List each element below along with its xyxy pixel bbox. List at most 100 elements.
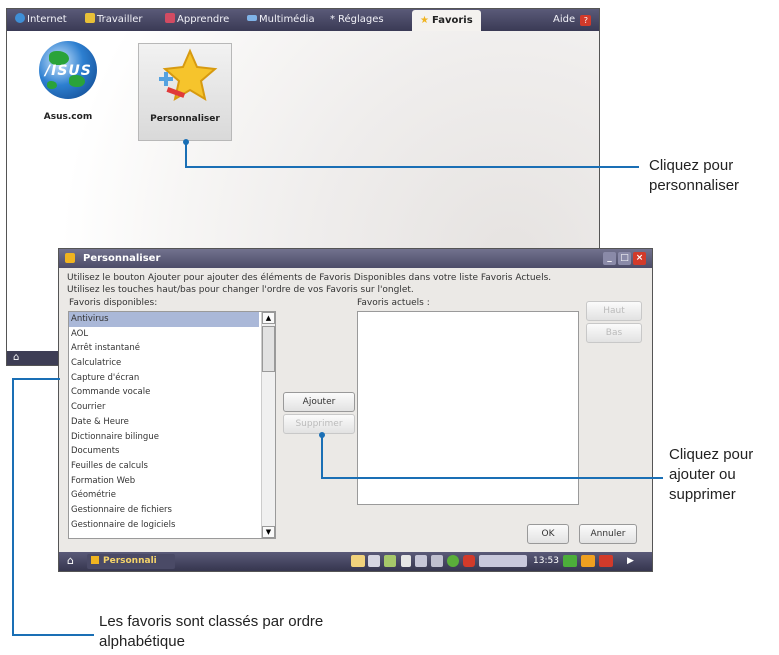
list-item[interactable]: Dictionnaire bilingue xyxy=(69,430,259,445)
dialog-title: Personnaliser xyxy=(83,253,161,264)
system-tray: 13:53 ▶ xyxy=(351,555,651,568)
available-favorites-list[interactable]: Antivirus AOL Arrêt instantané Calculatrice… xyxy=(68,311,276,539)
callout-line-sorted xyxy=(12,378,60,380)
orange-button-icon[interactable] xyxy=(581,555,595,567)
power-icon[interactable] xyxy=(599,555,613,567)
list-item[interactable]: Gestionnaire de logiciels xyxy=(69,518,259,533)
app-icon xyxy=(91,556,99,564)
remove-button[interactable]: Supprimer xyxy=(283,414,355,434)
app-asus-com[interactable]: /ISUS Asus.com xyxy=(27,41,109,122)
list-item[interactable]: Capture d'écran xyxy=(69,371,259,386)
green-status-icon[interactable] xyxy=(447,555,459,567)
work-icon xyxy=(85,13,95,23)
star-icon: ★ xyxy=(420,15,429,26)
cancel-button-label: Annuler xyxy=(590,529,626,539)
list-item[interactable]: Géométrie xyxy=(69,488,259,503)
app-label: Personnaliser xyxy=(150,114,220,124)
list-item[interactable]: Documents xyxy=(69,444,259,459)
arrow-right-icon[interactable]: ▶ xyxy=(627,555,634,567)
info-text-line2: Utilisez les touches haut/bas pour chang… xyxy=(67,285,414,295)
up-button[interactable]: Haut xyxy=(586,301,642,321)
list-item[interactable]: AOL xyxy=(69,327,259,342)
tab-travailler[interactable]: Travailler xyxy=(85,12,143,28)
dialog-icon xyxy=(65,253,75,263)
tab-label: Internet xyxy=(27,14,67,25)
asus-logo: /ISUS xyxy=(45,63,92,79)
callout-line: Cliquez pour xyxy=(669,446,754,463)
list-item[interactable]: Feuilles de calculs xyxy=(69,459,259,474)
callout-line-add xyxy=(651,477,663,479)
clock: 13:53 xyxy=(533,556,559,566)
remove-button-label: Supprimer xyxy=(295,419,343,429)
app-personnaliser[interactable]: Personnaliser xyxy=(138,43,232,141)
settings-icon: * xyxy=(330,14,335,25)
dialog-titlebar: Personnaliser _ □ × xyxy=(59,249,652,268)
customize-screen: Personnaliser _ □ × Utilisez le bouton A… xyxy=(58,248,653,572)
ok-button[interactable]: OK xyxy=(527,524,569,544)
taskbar-app-button[interactable]: Personnali xyxy=(87,554,175,569)
down-button-label: Bas xyxy=(605,328,623,338)
maximize-button[interactable]: □ xyxy=(618,252,631,265)
app-label: Asus.com xyxy=(43,112,93,122)
globe-icon xyxy=(15,13,25,23)
close-button[interactable]: × xyxy=(633,252,646,265)
tab-favoris[interactable]: ★ Favoris xyxy=(412,10,481,31)
home-icon[interactable]: ⌂ xyxy=(13,352,19,363)
asus-globe-icon: /ISUS xyxy=(39,41,97,99)
home-icon[interactable]: ⌂ xyxy=(67,554,74,567)
keyboard-indicators-icon xyxy=(479,555,527,567)
tab-reglages[interactable]: * Réglages xyxy=(330,12,384,28)
sound-icon[interactable] xyxy=(431,555,443,567)
tab-label: Multimédia xyxy=(259,14,315,25)
customize-star-icon xyxy=(159,48,218,102)
up-button-label: Haut xyxy=(603,306,625,316)
network-icon[interactable] xyxy=(351,555,365,567)
available-label: Favoris disponibles: xyxy=(69,298,158,308)
tab-label: Réglages xyxy=(338,14,384,25)
scrollbar[interactable]: ▲ ▼ xyxy=(261,312,275,538)
callout-line-add xyxy=(321,434,323,479)
callout-add-remove: Cliquez pour ajouter ou supprimer xyxy=(669,445,753,505)
scroll-down-icon[interactable]: ▼ xyxy=(262,526,275,538)
list-item[interactable]: Gestionnaire de fichiers xyxy=(69,503,259,518)
list-item[interactable]: Arrêt instantané xyxy=(69,341,259,356)
media-icon xyxy=(247,15,257,21)
help-button[interactable]: Aide ? xyxy=(553,12,592,28)
callout-line-customize xyxy=(185,166,639,168)
add-button[interactable]: Ajouter xyxy=(283,392,355,412)
list-item[interactable]: Calculatrice xyxy=(69,356,259,371)
list-item[interactable]: Antivirus xyxy=(69,312,259,327)
ok-button-label: OK xyxy=(541,529,555,539)
taskbar: ⌂ Personnali 13:53 ▶ xyxy=(59,552,652,571)
down-button[interactable]: Bas xyxy=(586,323,642,343)
scroll-up-icon[interactable]: ▲ xyxy=(262,312,275,324)
taskbar-app-label: Personnali xyxy=(103,556,157,566)
wifi-icon[interactable] xyxy=(368,555,380,567)
tab-label: Apprendre xyxy=(177,14,230,25)
tab-internet[interactable]: Internet xyxy=(15,12,67,28)
tab-label: Travailler xyxy=(97,14,143,25)
callout-line-add xyxy=(321,477,651,479)
tab-apprendre[interactable]: Apprendre xyxy=(165,12,229,28)
volume-icon[interactable] xyxy=(401,555,411,567)
info-text-line1: Utilisez le bouton Ajouter pour ajouter … xyxy=(67,273,552,283)
list-item[interactable]: Commande vocale xyxy=(69,385,259,400)
cancel-button[interactable]: Annuler xyxy=(579,524,637,544)
callout-sorted: Les favoris sont classés par ordre alpha… xyxy=(99,612,323,652)
current-favorites-list[interactable] xyxy=(357,311,579,505)
minimize-button[interactable]: _ xyxy=(603,252,616,265)
scroll-thumb[interactable] xyxy=(262,326,275,372)
tab-label: Favoris xyxy=(431,15,473,26)
list-item[interactable]: Formation Web xyxy=(69,474,259,489)
battery-icon[interactable] xyxy=(384,555,396,567)
list-item[interactable]: Date & Heure xyxy=(69,415,259,430)
tab-multimedia[interactable]: Multimédia xyxy=(247,12,315,28)
list-item[interactable]: Courrier xyxy=(69,400,259,415)
display-icon[interactable] xyxy=(415,555,427,567)
help-icon: ? xyxy=(580,15,592,26)
shield-icon[interactable] xyxy=(463,555,475,567)
callout-line: Les favoris sont classés par ordre xyxy=(99,613,324,630)
green-button-icon[interactable] xyxy=(563,555,577,567)
callout-line-customize xyxy=(185,142,187,167)
help-label: Aide xyxy=(553,14,576,25)
